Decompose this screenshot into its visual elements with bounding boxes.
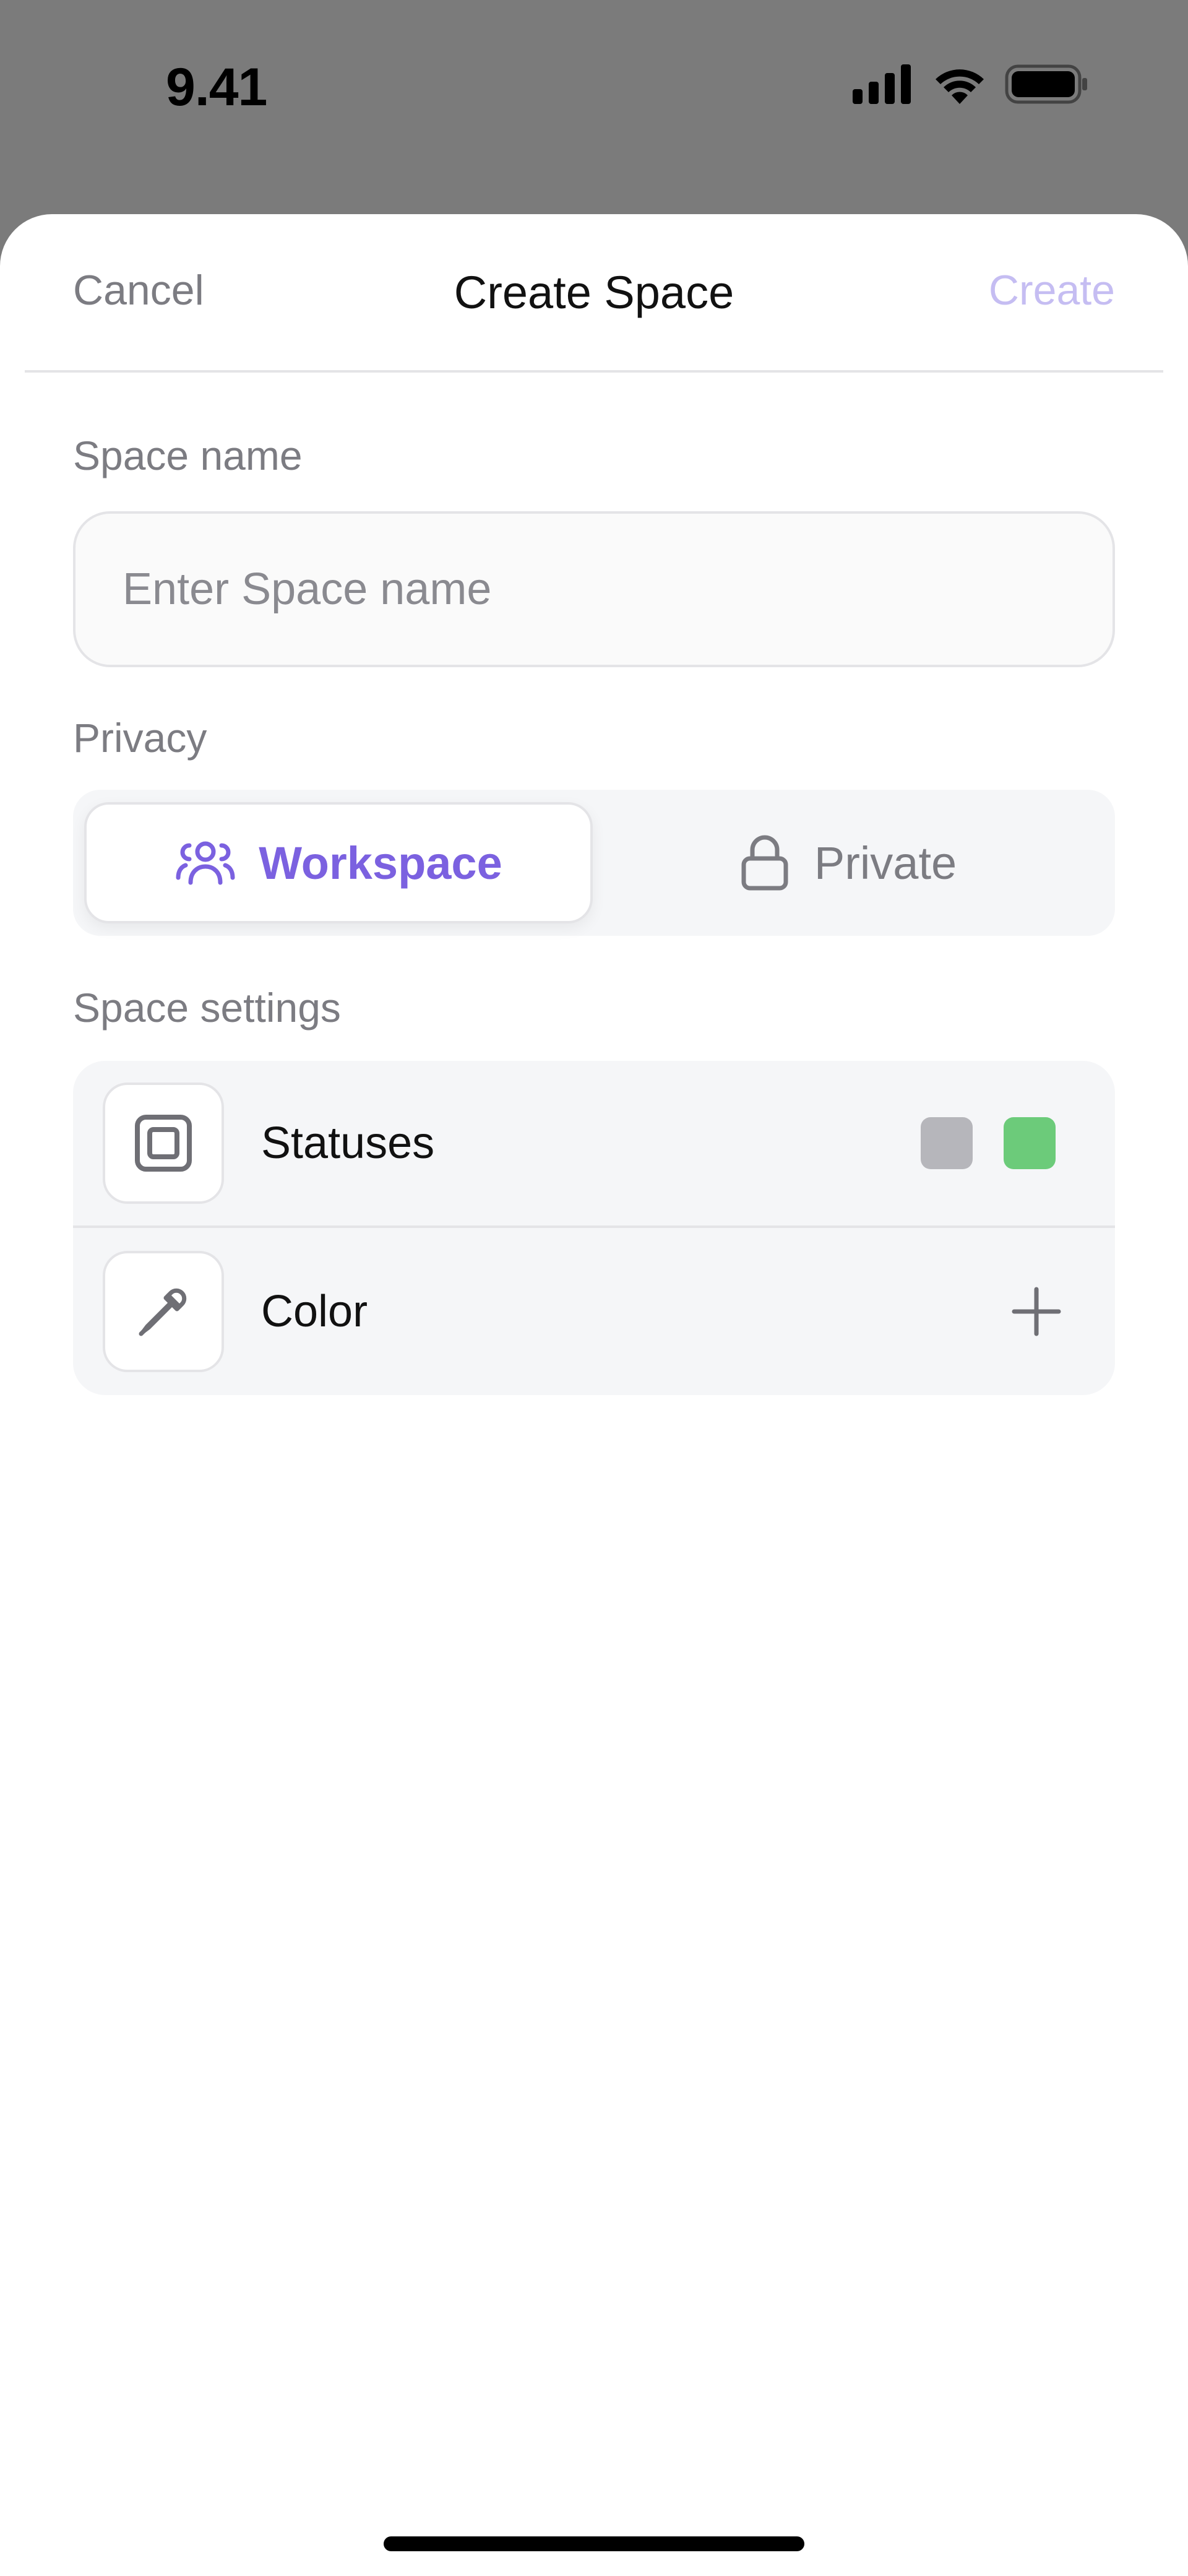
space-name-input[interactable] xyxy=(73,511,1115,667)
battery-icon xyxy=(1005,64,1087,104)
home-indicator xyxy=(384,2536,804,2551)
status-swatches xyxy=(921,1117,1056,1169)
nav-bar: Cancel Create Space Create xyxy=(25,214,1163,373)
status-swatch-green xyxy=(1004,1117,1056,1169)
eyedropper-icon xyxy=(139,1288,187,1336)
privacy-segmented-control: Workspace Private xyxy=(73,790,1115,936)
privacy-option-workspace[interactable]: Workspace xyxy=(84,802,593,923)
space-settings-label: Space settings xyxy=(73,985,341,1031)
settings-row-statuses[interactable]: Statuses xyxy=(73,1061,1115,1228)
status-icons xyxy=(853,64,1089,104)
statuses-label: Statuses xyxy=(261,1118,435,1168)
privacy-option-private[interactable]: Private xyxy=(594,802,1103,923)
lock-icon xyxy=(741,835,788,891)
color-icon-box xyxy=(103,1251,224,1372)
statuses-icon-box xyxy=(103,1083,224,1204)
wifi-icon xyxy=(936,69,984,104)
color-label: Color xyxy=(261,1287,368,1336)
screen: 9.41 Cancel Create Space Create Space na… xyxy=(0,0,1188,2576)
privacy-label: Privacy xyxy=(73,715,207,761)
status-bar: 9.41 xyxy=(0,0,1188,214)
status-swatch-gray xyxy=(921,1117,973,1169)
space-name-label: Space name xyxy=(73,433,303,478)
cellular-signal-icon xyxy=(853,64,911,104)
settings-row-color[interactable]: Color xyxy=(73,1228,1115,1395)
add-color-button[interactable] xyxy=(1002,1277,1070,1346)
users-icon xyxy=(176,841,235,885)
private-label: Private xyxy=(814,837,957,889)
plus-icon xyxy=(1012,1287,1061,1336)
create-space-sheet: Cancel Create Space Create Space name Pr… xyxy=(0,214,1188,2576)
create-button[interactable]: Create xyxy=(989,266,1115,314)
workspace-label: Workspace xyxy=(259,837,502,889)
status-time: 9.41 xyxy=(166,58,267,117)
space-settings-card: Statuses Color xyxy=(73,1061,1115,1395)
statuses-icon xyxy=(135,1115,192,1172)
